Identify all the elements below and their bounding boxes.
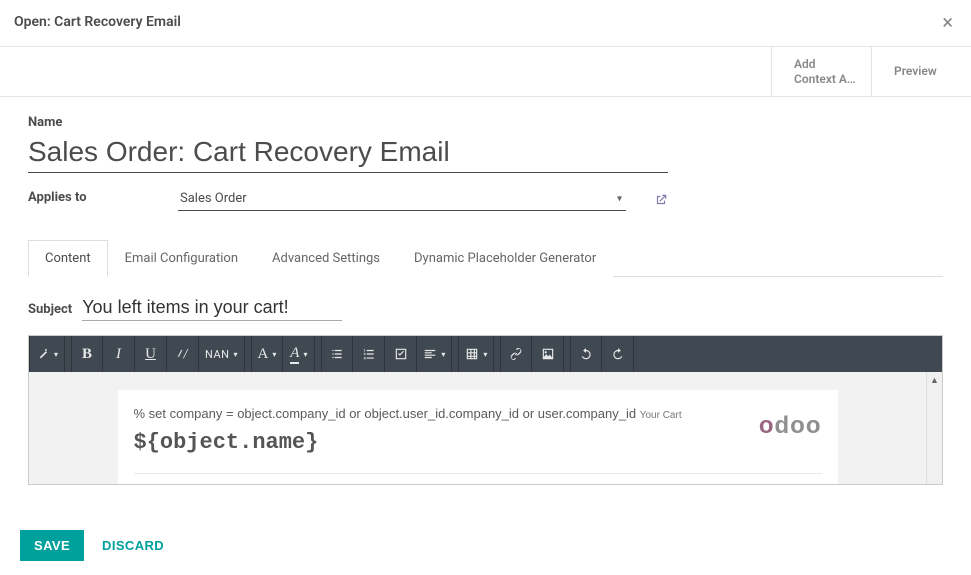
unordered-list-button[interactable] <box>321 336 353 372</box>
discard-button[interactable]: DISCARD <box>102 538 164 553</box>
subject-label: Subject <box>28 302 72 317</box>
editor-scrollbar[interactable]: ▲ <box>926 372 942 484</box>
underline-button[interactable]: U <box>135 336 167 372</box>
template-set-line: % set company = object.company_id or obj… <box>134 406 637 421</box>
applies-to-value: Sales Order <box>180 191 247 206</box>
tab-advanced-settings[interactable]: Advanced Settings <box>255 240 397 277</box>
name-label: Name <box>28 115 943 130</box>
link-button[interactable] <box>500 336 532 372</box>
brand-logo: odoo <box>759 412 822 440</box>
editor-content-area[interactable]: odoo % set company = object.company_id o… <box>29 372 926 484</box>
divider <box>134 473 822 474</box>
name-input[interactable] <box>28 132 668 173</box>
dialog-header: Open: Cart Recovery Email × <box>0 0 971 47</box>
font-family-select[interactable]: A ▾ <box>251 336 284 372</box>
applies-to-select[interactable]: Sales Order ▾ <box>178 187 626 211</box>
wand-icon[interactable]: ▾ <box>29 336 65 372</box>
caret-down-icon: ▾ <box>617 193 622 204</box>
dialog-footer: SAVE DISCARD <box>0 516 971 575</box>
save-button[interactable]: SAVE <box>20 530 84 561</box>
bold-button[interactable]: B <box>71 336 103 372</box>
tab-content[interactable]: Content <box>28 240 108 277</box>
dialog-title: Open: Cart Recovery Email <box>14 14 181 30</box>
undo-button[interactable] <box>570 336 602 372</box>
align-select[interactable]: ▾ <box>417 336 452 372</box>
form-body: Name Applies to Sales Order ▾ Content Em… <box>0 97 971 485</box>
tab-email-configuration[interactable]: Email Configuration <box>108 240 255 277</box>
image-button[interactable] <box>532 336 564 372</box>
preview-label: Preview <box>894 64 937 78</box>
subject-input[interactable] <box>82 295 342 321</box>
object-name-placeholder: ${object.name} <box>134 430 822 455</box>
remove-format-button[interactable] <box>167 336 199 372</box>
font-size-select[interactable]: NAN ▾ <box>199 336 244 372</box>
email-body-canvas[interactable]: odoo % set company = object.company_id o… <box>118 390 838 484</box>
scroll-up-icon[interactable]: ▲ <box>927 372 942 388</box>
editor-toolbar: ▾ B I U NAN ▾ A ▾ <box>29 336 942 372</box>
applies-to-label: Applies to <box>28 190 158 209</box>
close-icon[interactable]: × <box>938 10 957 34</box>
tab-advanced-label: Advanced Settings <box>272 251 380 266</box>
italic-button[interactable]: I <box>103 336 135 372</box>
checklist-button[interactable] <box>385 336 417 372</box>
add-context-label-2: Context A… <box>794 72 856 86</box>
tab-dynamic-label: Dynamic Placeholder Generator <box>414 251 596 266</box>
your-cart-text: Your Cart <box>640 410 682 421</box>
preview-button[interactable]: Preview <box>871 47 971 96</box>
ordered-list-button[interactable] <box>353 336 385 372</box>
font-color-select[interactable]: A ▾ <box>283 336 315 372</box>
external-link-icon[interactable] <box>654 193 668 211</box>
action-bar: Add Context A… Preview <box>0 47 971 97</box>
tab-bar: Content Email Configuration Advanced Set… <box>28 239 943 277</box>
tab-content-label: Content <box>45 251 91 266</box>
redo-button[interactable] <box>602 336 634 372</box>
add-context-label-1: Add <box>794 57 856 71</box>
table-select[interactable]: ▾ <box>458 336 494 372</box>
add-context-action-button[interactable]: Add Context A… <box>771 47 871 96</box>
rich-text-editor: ▾ B I U NAN ▾ A ▾ <box>28 335 943 485</box>
tab-dynamic-placeholder[interactable]: Dynamic Placeholder Generator <box>397 240 613 277</box>
tab-email-config-label: Email Configuration <box>125 251 238 266</box>
